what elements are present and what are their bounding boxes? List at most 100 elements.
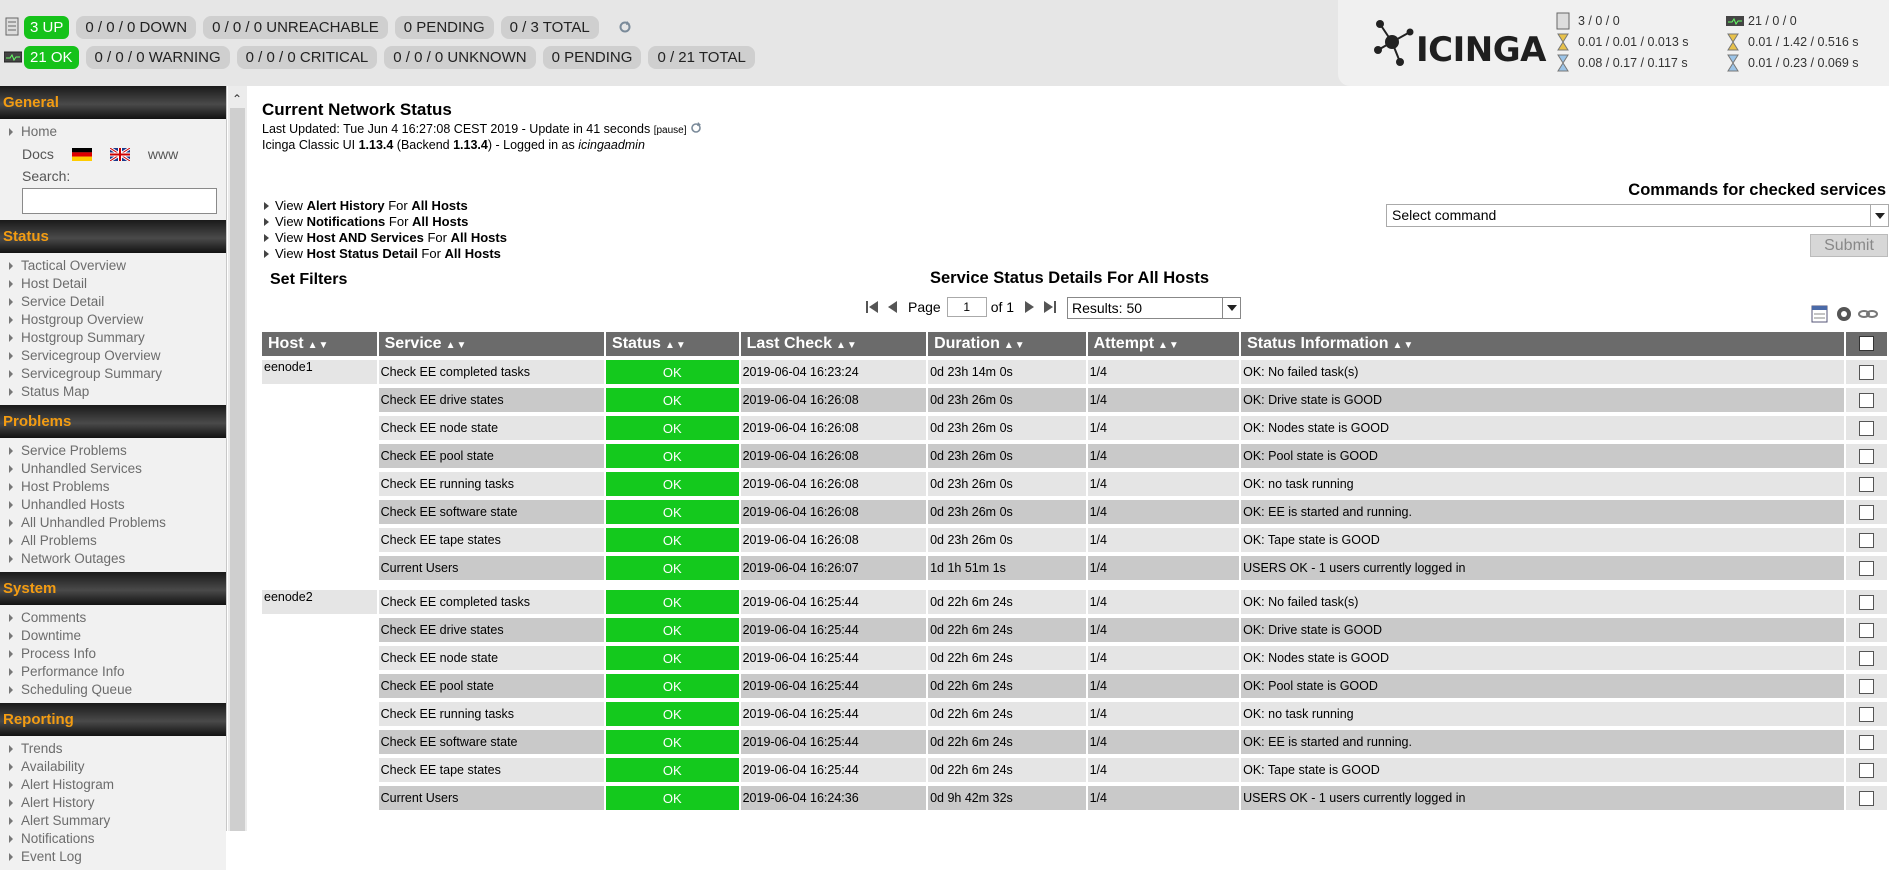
service-cell[interactable]: Check EE tape states <box>378 758 605 782</box>
host-cell[interactable] <box>262 388 377 412</box>
sidebar-item-service-detail[interactable]: Service Detail <box>0 293 226 311</box>
column-header-attempt[interactable]: Attempt ▲▼ <box>1087 332 1240 356</box>
sort-arrows-icon[interactable]: ▲▼ <box>446 340 468 351</box>
uk-flag-icon[interactable] <box>109 146 131 162</box>
chevron-down-icon[interactable] <box>1870 205 1888 226</box>
sidebar-item-alert-summary[interactable]: Alert Summary <box>0 812 226 830</box>
column-header-status-information[interactable]: Status Information ▲▼ <box>1241 332 1845 356</box>
host-cell[interactable] <box>262 556 377 580</box>
host-cell[interactable] <box>262 758 377 782</box>
host-cell[interactable] <box>262 674 377 698</box>
row-checkbox[interactable] <box>1859 678 1875 694</box>
row-checkbox[interactable] <box>1859 622 1875 638</box>
sort-arrows-icon[interactable]: ▲▼ <box>308 340 330 351</box>
prev-page-icon[interactable] <box>887 300 899 314</box>
view-link[interactable]: View Host Status Detail For All Hosts <box>264 246 507 262</box>
host-cell[interactable] <box>262 786 377 810</box>
sidebar-item-alert-histogram[interactable]: Alert Histogram <box>0 776 226 794</box>
row-checkbox[interactable] <box>1859 532 1875 548</box>
hosts-up-badge[interactable]: 3 UP <box>24 15 70 39</box>
row-checkbox[interactable] <box>1859 650 1875 666</box>
row-checkbox[interactable] <box>1859 392 1875 408</box>
submit-button[interactable]: Submit <box>1810 234 1888 257</box>
sidebar-scrollbar[interactable]: ⌃ <box>228 86 247 831</box>
pause-link[interactable]: [pause] <box>654 125 687 136</box>
sort-arrows-icon[interactable]: ▲▼ <box>1004 340 1026 351</box>
row-checkbox[interactable] <box>1859 420 1875 436</box>
host-cell[interactable] <box>262 444 377 468</box>
sidebar-item-all-problems[interactable]: All Problems <box>0 532 226 550</box>
chevron-down-icon[interactable] <box>1222 298 1240 318</box>
refresh-icon[interactable] <box>618 20 632 34</box>
sidebar-item-unhandled-hosts[interactable]: Unhandled Hosts <box>0 496 226 514</box>
last-page-icon[interactable] <box>1044 300 1057 314</box>
services-ok-badge[interactable]: 21 OK <box>24 45 79 69</box>
host-cell[interactable] <box>262 416 377 440</box>
column-header-last-check[interactable]: Last Check ▲▼ <box>740 332 927 356</box>
row-checkbox[interactable] <box>1859 790 1875 806</box>
view-link[interactable]: View Notifications For All Hosts <box>264 214 507 230</box>
refresh-table-icon[interactable] <box>1834 305 1854 323</box>
sidebar-item-performance-info[interactable]: Performance Info <box>0 663 226 681</box>
sidebar-item-event-log[interactable]: Event Log <box>0 848 226 866</box>
sidebar-item-availability[interactable]: Availability <box>0 758 226 776</box>
sidebar-item-downtime[interactable]: Downtime <box>0 627 226 645</box>
sidebar-item-trends[interactable]: Trends <box>0 740 226 758</box>
sidebar-item-unhandled-services[interactable]: Unhandled Services <box>0 460 226 478</box>
services-total-badge[interactable]: 0 / 21 TOTAL <box>648 45 755 69</box>
sort-arrows-icon[interactable]: ▲▼ <box>1158 340 1180 351</box>
hosts-total-badge[interactable]: 0 / 3 TOTAL <box>500 15 599 39</box>
sort-arrows-icon[interactable]: ▲▼ <box>836 340 858 351</box>
service-cell[interactable]: Check EE completed tasks <box>378 360 605 384</box>
sidebar-item-tactical-overview[interactable]: Tactical Overview <box>0 257 226 275</box>
view-link[interactable]: View Alert History For All Hosts <box>264 198 507 214</box>
service-cell[interactable]: Check EE drive states <box>378 388 605 412</box>
service-cell[interactable]: Check EE completed tasks <box>378 590 605 614</box>
sidebar-item-hostgroup-summary[interactable]: Hostgroup Summary <box>0 329 226 347</box>
sidebar-item-scheduling-queue[interactable]: Scheduling Queue <box>0 681 226 699</box>
sidebar-item-home[interactable]: Home <box>0 123 226 141</box>
next-page-icon[interactable] <box>1023 300 1035 314</box>
column-header-status[interactable]: Status ▲▼ <box>606 332 739 356</box>
column-header-host[interactable]: Host ▲▼ <box>262 332 377 356</box>
host-cell[interactable] <box>262 500 377 524</box>
service-cell[interactable]: Check EE node state <box>378 646 605 670</box>
sidebar-item-alert-history[interactable]: Alert History <box>0 794 226 812</box>
service-cell[interactable]: Check EE running tasks <box>378 472 605 496</box>
scrollbar-thumb[interactable] <box>230 108 245 831</box>
view-link[interactable]: View Host AND Services For All Hosts <box>264 230 507 246</box>
service-cell[interactable]: Check EE running tasks <box>378 702 605 726</box>
search-input[interactable] <box>22 188 217 214</box>
sort-arrows-icon[interactable]: ▲▼ <box>665 340 687 351</box>
hosts-unreachable-badge[interactable]: 0 / 0 / 0 UNREACHABLE <box>203 15 388 39</box>
german-flag-icon[interactable] <box>71 147 92 161</box>
first-page-icon[interactable] <box>866 300 878 314</box>
www-link[interactable]: www <box>148 146 178 162</box>
service-cell[interactable]: Check EE drive states <box>378 618 605 642</box>
command-select[interactable]: Select command <box>1386 204 1889 227</box>
row-checkbox[interactable] <box>1859 504 1875 520</box>
results-per-page-select[interactable]: Results: 50 <box>1067 297 1241 319</box>
row-checkbox[interactable] <box>1859 762 1875 778</box>
service-cell[interactable]: Check EE pool state <box>378 444 605 468</box>
service-cell[interactable]: Current Users <box>378 786 605 810</box>
row-checkbox[interactable] <box>1859 448 1875 464</box>
services-warning-badge[interactable]: 0 / 0 / 0 WARNING <box>85 45 230 69</box>
hosts-down-badge[interactable]: 0 / 0 / 0 DOWN <box>76 15 197 39</box>
service-cell[interactable]: Check EE software state <box>378 730 605 754</box>
sidebar-item-service-problems[interactable]: Service Problems <box>0 442 226 460</box>
row-checkbox[interactable] <box>1859 594 1875 610</box>
host-cell[interactable]: eenode1 <box>262 360 377 384</box>
row-checkbox[interactable] <box>1859 476 1875 492</box>
refresh-icon[interactable] <box>690 122 702 137</box>
service-cell[interactable]: Current Users <box>378 556 605 580</box>
docs-link[interactable]: Docs <box>22 146 54 162</box>
row-checkbox[interactable] <box>1859 734 1875 750</box>
services-pending-badge[interactable]: 0 PENDING <box>542 45 642 69</box>
row-checkbox[interactable] <box>1859 560 1875 576</box>
host-cell[interactable] <box>262 702 377 726</box>
sidebar-item-servicegroup-overview[interactable]: Servicegroup Overview <box>0 347 226 365</box>
sidebar-item-status-map[interactable]: Status Map <box>0 383 226 401</box>
select-all-checkbox[interactable] <box>1859 336 1875 352</box>
sidebar-item-all-unhandled-problems[interactable]: All Unhandled Problems <box>0 514 226 532</box>
